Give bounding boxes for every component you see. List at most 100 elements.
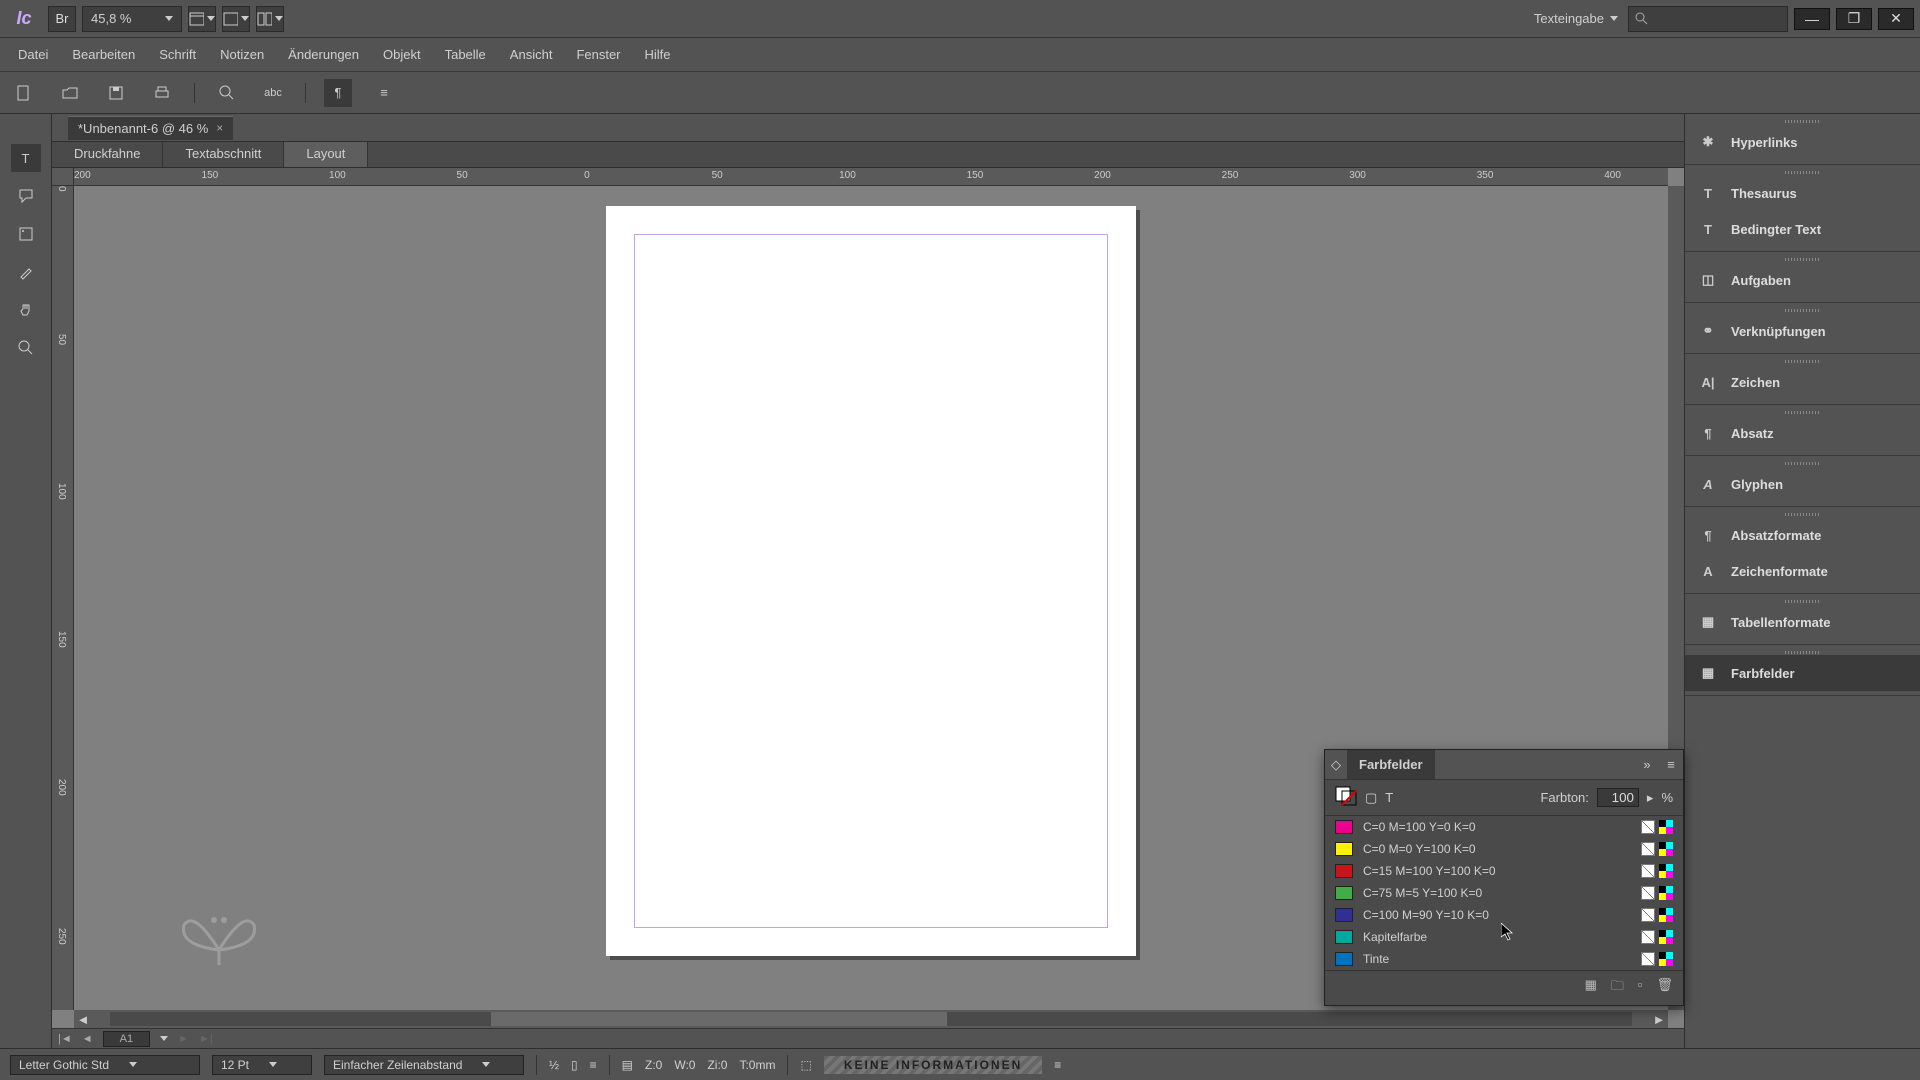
view-tab-galley[interactable]: Druckfahne: [52, 142, 163, 167]
spellcheck-icon[interactable]: abc: [259, 79, 287, 107]
zoom-tool-icon[interactable]: [11, 334, 41, 362]
bridge-button[interactable]: Br: [48, 6, 76, 32]
type-tool-icon[interactable]: T: [11, 144, 41, 172]
next-page-icon[interactable]: ►: [178, 1033, 189, 1045]
close-button[interactable]: ✕: [1878, 8, 1914, 30]
swatch-row[interactable]: C=75 M=5 Y=100 K=0: [1325, 882, 1683, 904]
new-icon[interactable]: [10, 79, 38, 107]
eyedropper-tool-icon[interactable]: [11, 258, 41, 286]
menu-hilfe[interactable]: Hilfe: [633, 41, 683, 68]
page-field[interactable]: A1: [103, 1031, 150, 1047]
ruler-vertical[interactable]: 0 50 100 150 200 250: [52, 186, 74, 1010]
hand-tool-icon[interactable]: [11, 296, 41, 324]
panel-conditional-text[interactable]: TBedingter Text: [1685, 211, 1920, 247]
swatch-row[interactable]: C=100 M=90 Y=10 K=0: [1325, 904, 1683, 926]
menu-icon[interactable]: ≡: [590, 1058, 597, 1072]
scrollbar-thumb[interactable]: [491, 1012, 948, 1026]
color-type-icon: [1641, 820, 1655, 834]
panel-paragraph-styles[interactable]: ¶Absatzformate: [1685, 517, 1920, 553]
pilcrow-icon[interactable]: ¶: [324, 79, 352, 107]
menu-icon[interactable]: ≡: [370, 79, 398, 107]
prev-page-icon[interactable]: ◄: [82, 1033, 93, 1045]
panel-swatches[interactable]: ▦Farbfelder: [1685, 655, 1920, 691]
panel-assignments[interactable]: ◫Aufgaben: [1685, 262, 1920, 298]
panel-paragraph[interactable]: ¶Absatz: [1685, 415, 1920, 451]
menu-ansicht[interactable]: Ansicht: [498, 41, 565, 68]
swatch-row[interactable]: Kapitelfarbe: [1325, 926, 1683, 948]
delete-swatch-icon[interactable]: 🗑: [1656, 977, 1673, 999]
tint-input[interactable]: [1597, 788, 1639, 807]
panel-table-styles[interactable]: ▦Tabellenformate: [1685, 604, 1920, 640]
menu-aenderungen[interactable]: Änderungen: [276, 41, 371, 68]
find-icon[interactable]: [213, 79, 241, 107]
menu-bearbeiten[interactable]: Bearbeiten: [60, 41, 147, 68]
swatches-panel-title[interactable]: Farbfelder: [1347, 750, 1435, 779]
ruler-origin[interactable]: [52, 168, 74, 186]
stats-icon[interactable]: ▤: [622, 1058, 633, 1072]
align-icon[interactable]: ▯: [571, 1058, 578, 1072]
panel-glyphs[interactable]: AGlyphen: [1685, 466, 1920, 502]
chevron-down-icon[interactable]: [1610, 16, 1618, 21]
scroll-right-icon[interactable]: ►: [1650, 1012, 1668, 1027]
panel-collapse-icon[interactable]: ◇: [1325, 757, 1347, 773]
formatting-text-icon[interactable]: T: [1385, 790, 1393, 805]
menu-notizen[interactable]: Notizen: [208, 41, 276, 68]
panel-links[interactable]: ⚭Verknüpfungen: [1685, 313, 1920, 349]
swatch-row[interactable]: Tinte: [1325, 948, 1683, 970]
new-gradient-swatch-icon[interactable]: ▦: [1585, 977, 1597, 999]
view-options-button[interactable]: [188, 6, 216, 32]
save-icon[interactable]: [102, 79, 130, 107]
font-size-dropdown[interactable]: 12 Pt: [212, 1055, 312, 1075]
menu-schrift[interactable]: Schrift: [147, 41, 208, 68]
leading-dropdown[interactable]: Einfacher Zeilenabstand: [324, 1055, 524, 1075]
menu-datei[interactable]: Datei: [6, 41, 60, 68]
column-icon[interactable]: ½: [549, 1058, 559, 1072]
scroll-left-icon[interactable]: ◄: [74, 1012, 92, 1027]
swatch-row[interactable]: C=15 M=100 Y=100 K=0: [1325, 860, 1683, 882]
text-frame[interactable]: [634, 234, 1108, 928]
panel-character-styles[interactable]: AZeichenformate: [1685, 553, 1920, 589]
ruler-horizontal[interactable]: 200 150 100 50 0 50 100 150 200 250 300 …: [74, 168, 1668, 186]
tint-slider-icon[interactable]: ▸: [1647, 790, 1654, 806]
options-icon[interactable]: ≡: [1054, 1058, 1061, 1072]
new-swatch-icon[interactable]: ▫: [1638, 977, 1643, 999]
note-tool-icon[interactable]: [11, 182, 41, 210]
panel-collapse-button[interactable]: »: [1635, 757, 1659, 772]
view-tab-layout[interactable]: Layout: [284, 142, 368, 167]
arrange-button[interactable]: [256, 6, 284, 32]
swatch-row[interactable]: C=0 M=0 Y=100 K=0: [1325, 838, 1683, 860]
swatch-list[interactable]: C=0 M=100 Y=0 K=0C=0 M=0 Y=100 K=0 C=15 M…: [1325, 816, 1683, 970]
formatting-container-icon[interactable]: ▢: [1365, 790, 1377, 806]
menu-tabelle[interactable]: Tabelle: [433, 41, 498, 68]
new-swatch-group-icon[interactable]: 🗀: [1611, 977, 1624, 999]
panel-thesaurus[interactable]: TThesaurus: [1685, 175, 1920, 211]
print-icon[interactable]: [148, 79, 176, 107]
font-family-dropdown[interactable]: Letter Gothic Std: [10, 1055, 200, 1075]
minimize-button[interactable]: —: [1794, 8, 1830, 30]
last-page-icon[interactable]: ►|: [199, 1033, 213, 1045]
view-tab-story[interactable]: Textabschnitt: [163, 142, 284, 167]
page[interactable]: [606, 206, 1136, 956]
document-tab[interactable]: *Unbenannt-6 @ 46 % ×: [68, 116, 233, 140]
chevron-down-icon[interactable]: [160, 1036, 168, 1041]
maximize-button[interactable]: ❐: [1836, 8, 1872, 30]
watermark-icon: [174, 890, 264, 970]
open-icon[interactable]: [56, 79, 84, 107]
fill-stroke-icon[interactable]: [1335, 786, 1357, 809]
panel-character[interactable]: A|Zeichen: [1685, 364, 1920, 400]
panel-hyperlinks[interactable]: ✱Hyperlinks: [1685, 124, 1920, 160]
horizontal-scrollbar[interactable]: ◄ ►: [74, 1010, 1668, 1028]
search-input[interactable]: [1628, 6, 1788, 32]
position-tool-icon[interactable]: [11, 220, 41, 248]
menu-objekt[interactable]: Objekt: [371, 41, 433, 68]
close-icon[interactable]: ×: [216, 121, 223, 135]
swatch-row[interactable]: C=0 M=100 Y=0 K=0: [1325, 816, 1683, 838]
swatch-name: C=15 M=100 Y=100 K=0: [1363, 864, 1631, 878]
first-page-icon[interactable]: |◄: [58, 1033, 72, 1045]
zoom-dropdown[interactable]: 45,8 %: [82, 6, 182, 32]
screen-mode-button[interactable]: [222, 6, 250, 32]
info-icon[interactable]: ⬚: [800, 1058, 811, 1072]
color-type-icon: [1641, 908, 1655, 922]
panel-menu-icon[interactable]: ≡: [1659, 757, 1683, 772]
menu-fenster[interactable]: Fenster: [564, 41, 632, 68]
